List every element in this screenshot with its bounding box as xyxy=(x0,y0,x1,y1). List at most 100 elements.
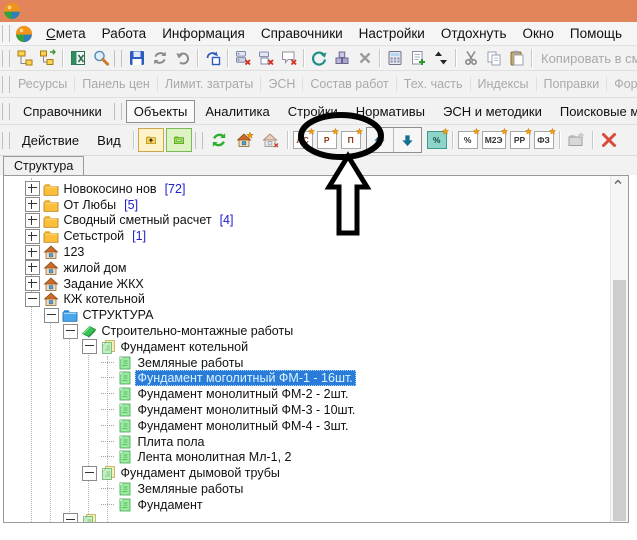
panel-button[interactable]: Тех. часть xyxy=(399,77,468,91)
expand-toggle[interactable] xyxy=(25,229,40,244)
tree-item[interactable] xyxy=(4,513,610,523)
tab-item[interactable]: Поисковые маршруты xyxy=(552,100,637,123)
calculator-button[interactable] xyxy=(383,47,406,69)
toolbar-grip[interactable] xyxy=(114,103,122,120)
expand-toggle[interactable] xyxy=(82,339,97,354)
toolbar-grip[interactable] xyxy=(2,132,10,149)
tree-item[interactable]: Фундамент монолитный ФМ-3 - 10шт. xyxy=(4,402,610,418)
move-up-button[interactable] xyxy=(367,128,394,152)
move-down-button[interactable] xyxy=(394,128,421,152)
toolbar-grip[interactable] xyxy=(2,50,10,67)
vertical-scrollbar[interactable] xyxy=(610,176,628,522)
tree-item[interactable]: Сводный сметный расчет[4] xyxy=(4,213,610,229)
p-button[interactable]: П xyxy=(341,131,361,149)
panel-button[interactable]: Поправки xyxy=(539,77,605,91)
tree-item[interactable]: Земляные работы xyxy=(4,481,610,497)
expand-toggle[interactable] xyxy=(25,181,40,196)
tree-item[interactable]: Плита пола xyxy=(4,434,610,450)
tree-item[interactable]: Сетьстрой[1] xyxy=(4,228,610,244)
tree-item[interactable]: Фундамент котельной xyxy=(4,339,610,355)
tree-item[interactable]: Лента монолитная Мл-1, 2 xyxy=(4,450,610,466)
menu-item[interactable]: Работа xyxy=(94,26,155,41)
expand-toggle[interactable] xyxy=(25,292,40,307)
house-add-button[interactable] xyxy=(232,128,258,152)
tab-item[interactable]: ЭСН и методики xyxy=(435,100,550,123)
panel-button[interactable]: Формулы xyxy=(609,77,637,91)
tree-item[interactable]: Фундамент xyxy=(4,497,610,513)
panel-button[interactable]: Панель цен xyxy=(77,77,155,91)
search-button[interactable] xyxy=(89,47,112,69)
sort-button[interactable] xyxy=(429,47,452,69)
toolbar-grip[interactable] xyxy=(114,50,122,67)
r-button[interactable]: Р xyxy=(317,131,337,149)
action-menu[interactable]: Действие xyxy=(13,133,88,148)
view-menu[interactable]: Вид xyxy=(88,133,130,148)
tree-item[interactable]: КЖ котельной xyxy=(4,292,610,308)
tab-item[interactable]: Объекты xyxy=(126,100,196,123)
excel-export-button[interactable] xyxy=(66,47,89,69)
restore-button[interactable] xyxy=(201,47,224,69)
tree-item[interactable]: Фундамент монолитный ФМ-2 - 2шт. xyxy=(4,386,610,402)
save-button[interactable] xyxy=(125,47,148,69)
expand-toggle[interactable] xyxy=(25,276,40,291)
refresh-green-button[interactable] xyxy=(206,128,232,152)
scroll-up-button[interactable] xyxy=(612,178,627,192)
menu-item[interactable]: Помощь xyxy=(562,26,630,41)
structure-list-button[interactable] xyxy=(13,47,36,69)
server-remove-button[interactable] xyxy=(231,47,254,69)
expand-toggle[interactable] xyxy=(63,324,78,339)
percent-teal-button[interactable]: % xyxy=(427,131,447,149)
copy-button[interactable] xyxy=(482,47,505,69)
tree-item[interactable]: 123 xyxy=(4,244,610,260)
tree-item[interactable]: От Любы[5] xyxy=(4,197,610,213)
expand-toggle[interactable] xyxy=(25,213,40,228)
folder-new-disabled-button[interactable] xyxy=(563,128,589,152)
tab-structure[interactable]: Структура xyxy=(3,156,84,175)
expand-toggle[interactable] xyxy=(82,466,97,481)
panel-button[interactable]: Лимит. затраты xyxy=(160,77,259,91)
expand-toggle[interactable] xyxy=(25,197,40,212)
refresh-button[interactable] xyxy=(148,47,171,69)
folder-collapse-button[interactable] xyxy=(166,128,192,152)
percent-button[interactable]: % xyxy=(458,131,478,149)
panel-button[interactable]: Индексы xyxy=(473,77,534,91)
tab-item[interactable]: Стройки xyxy=(280,100,346,123)
structure-move-button[interactable] xyxy=(36,47,59,69)
fz-button[interactable]: ФЗ xyxy=(534,131,554,149)
tree-item[interactable]: Земляные работы xyxy=(4,355,610,371)
toolbar-grip[interactable] xyxy=(2,76,10,93)
tree-item[interactable]: Фундамент моголитный ФМ-1 - 16шт. xyxy=(4,371,610,387)
expand-toggle[interactable] xyxy=(25,260,40,275)
tree-item[interactable]: Строительно-монтажные работы xyxy=(4,323,610,339)
tab-item[interactable]: Нормативы xyxy=(348,100,433,123)
server-remove-alt-button[interactable] xyxy=(254,47,277,69)
menu-item[interactable]: Смета xyxy=(38,26,94,41)
tree-item[interactable]: жилой дом xyxy=(4,260,610,276)
paste-button[interactable] xyxy=(505,47,528,69)
tree-item[interactable]: Задание ЖКХ xyxy=(4,276,610,292)
panel-button[interactable]: Ресурсы xyxy=(13,77,72,91)
house-pale-button[interactable] xyxy=(258,128,284,152)
expand-toggle[interactable] xyxy=(44,308,59,323)
rr-button[interactable]: РР xyxy=(510,131,530,149)
tree-item[interactable]: Фундамент дымовой трубы xyxy=(4,465,610,481)
undo-button[interactable] xyxy=(171,47,194,69)
menu-item[interactable]: Окно xyxy=(515,26,562,41)
scrollbar-thumb[interactable] xyxy=(613,280,626,521)
menu-item[interactable]: Информация xyxy=(154,26,253,41)
tree-item[interactable]: Фундамент монолитный ФМ-4 - 3шт. xyxy=(4,418,610,434)
ls-button[interactable]: ЛС xyxy=(293,131,313,149)
menu-item[interactable]: Отдохнуть xyxy=(433,26,515,41)
tree-item[interactable]: Новокосино нов[72] xyxy=(4,181,610,197)
expand-toggle[interactable] xyxy=(63,513,78,523)
tree-item[interactable]: СТРУКТУРА xyxy=(4,307,610,323)
expand-toggle[interactable] xyxy=(25,245,40,260)
toolbar-grip[interactable] xyxy=(2,25,10,42)
toolbar-grip[interactable] xyxy=(195,132,203,149)
tab-item[interactable]: Аналитика xyxy=(197,100,277,123)
toolbar-grip[interactable] xyxy=(2,103,10,120)
m2e-button[interactable]: М2Э xyxy=(482,131,506,149)
cut-button[interactable] xyxy=(459,47,482,69)
comment-remove-button[interactable] xyxy=(277,47,300,69)
references-button[interactable]: Справочники xyxy=(13,104,112,119)
